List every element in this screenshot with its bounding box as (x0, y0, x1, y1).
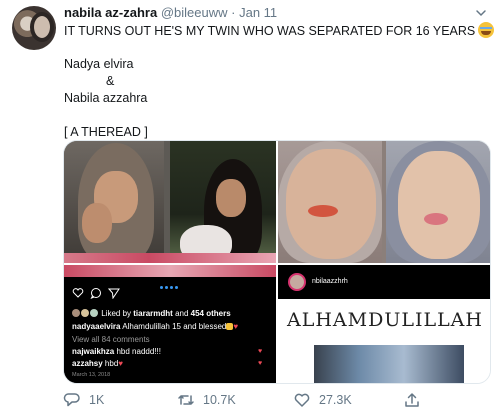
liked-user: tiararmdht (133, 309, 173, 318)
liker-avatar (90, 309, 98, 317)
tongue-shape (424, 213, 448, 225)
tweet-line-2: Nadya elvira (64, 57, 134, 71)
share-button[interactable] (403, 390, 429, 410)
liker-avatar (72, 309, 80, 317)
pink-strip (64, 253, 276, 263)
like-count: 27.3K (319, 393, 352, 407)
retweet-button[interactable]: 10.7K (177, 390, 236, 410)
comment-1: najwaikhza hbd naddd!!! (72, 347, 161, 356)
reply-button[interactable]: 1K (63, 390, 104, 410)
comment-2: azzahsy hbd♥ (72, 359, 123, 368)
post-date: March 13, 2018 (72, 372, 111, 378)
comment-2-user: azzahsy (72, 359, 103, 368)
face-shape (216, 179, 246, 217)
display-name[interactable]: nabila az-zahra (64, 5, 157, 20)
tweet-text: IT TURNS OUT HE'S MY TWIN WHO WAS SEPARA… (64, 22, 495, 141)
tweet-actions: 1K 10.7K 27.3K (63, 388, 491, 412)
heart-icon (294, 393, 310, 407)
avatar (288, 273, 306, 291)
tweet-line-3: & (64, 73, 490, 90)
comment-2-text: hbd (104, 359, 119, 368)
comment-icon (90, 288, 101, 299)
post-photo (314, 345, 464, 383)
liker-avatar (81, 309, 89, 317)
like-button[interactable]: 27.3K (293, 390, 352, 410)
carousel-dots (160, 282, 184, 289)
image-strip (64, 265, 276, 277)
heart-outline-icon (72, 288, 84, 298)
send-icon (108, 288, 120, 299)
comment-1-user: najwaikhza (72, 347, 115, 356)
avatar[interactable] (12, 6, 56, 50)
instagram-dark-card: Liked by tiararmdht and 454 others nadya… (64, 265, 276, 383)
photo-1-left (64, 141, 164, 263)
liked-count: 454 others (190, 309, 231, 318)
caption-line: nadyaaelvira Alhamdulillah 15 and blesse… (72, 322, 238, 331)
photo-1-right (170, 141, 276, 263)
tweet-line-5: [ A THEREAD ] (64, 125, 148, 139)
photo-2[interactable] (278, 141, 490, 263)
view-all-comments: View all 84 comments (72, 335, 150, 344)
photo-4-instagram-screenshot[interactable]: nbilaazzhrh ALHAMDULILLAH (278, 265, 490, 383)
liked-by-line: Liked by tiararmdht and 454 others (72, 309, 231, 318)
ig-username: nbilaazzhrh (312, 278, 348, 285)
face-shape (398, 151, 480, 259)
retweet-count: 10.7K (203, 393, 236, 407)
comment-1-text: hbd naddd!!! (116, 347, 161, 356)
photo-1[interactable] (64, 141, 276, 263)
photo-3-instagram-screenshot[interactable]: Liked by tiararmdht and 454 others nadya… (64, 265, 276, 383)
tweet-line-4: Nabila azzahra (64, 91, 148, 105)
user-handle[interactable]: @bileeuww (161, 5, 228, 20)
caption-user: nadyaaelvira (72, 322, 121, 331)
heart-icon: ♥ (258, 348, 263, 355)
lips-shape (308, 205, 338, 217)
share-icon (405, 393, 419, 407)
tweet-line-1: IT TURNS OUT HE'S MY TWIN WHO WAS SEPARA… (64, 22, 495, 39)
tweet-headline: IT TURNS OUT HE'S MY TWIN WHO WAS SEPARA… (64, 24, 476, 38)
liked-and: and (175, 309, 189, 318)
retweet-icon (178, 395, 194, 405)
chevron-down-icon[interactable] (474, 6, 488, 20)
separator: · (231, 5, 236, 20)
hand-shape (82, 203, 112, 243)
heart-emoji-icon: ♥ (118, 359, 124, 368)
tweet[interactable]: nabila az-zahra @bileeuww · Jan 11 IT TU… (0, 0, 500, 420)
instagram-header-bar: nbilaazzhrh (278, 265, 490, 299)
heart-emoji-icon: ♥ (233, 322, 239, 331)
tweet-header: nabila az-zahra @bileeuww · Jan 11 (64, 5, 277, 20)
photo-2-right (386, 141, 490, 263)
media-grid: Liked by tiararmdht and 454 others nadya… (63, 140, 491, 384)
liked-prefix: Liked by (101, 309, 132, 318)
caption-text: Alhamdulillah 15 and blessed (122, 322, 227, 331)
heart-icon: ♥ (258, 360, 263, 367)
tweet-date[interactable]: Jan 11 (239, 5, 277, 20)
post-title: ALHAMDULILLAH (287, 309, 483, 331)
reply-icon (63, 393, 80, 407)
photo-2-left (278, 141, 382, 263)
ampersand: & (106, 74, 115, 88)
crying-face-emoji-icon (478, 22, 495, 38)
face-shape (286, 149, 376, 259)
reply-count: 1K (89, 393, 105, 407)
